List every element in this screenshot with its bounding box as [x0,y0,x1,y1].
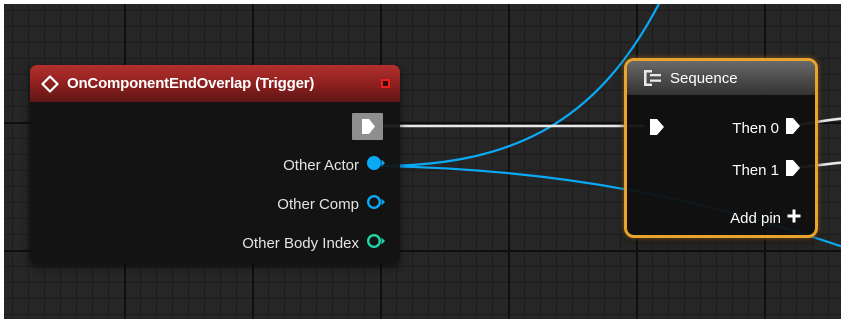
integer-pin-hollow-icon[interactable] [366,233,386,253]
exec-output-pin[interactable] [352,113,383,140]
component-pin-hollow-icon[interactable] [366,194,386,214]
sequence-node[interactable]: Sequence Then 0 Then 1 Add pin [624,58,818,238]
plus-icon [787,209,801,227]
output-label-then-0: Then 0 [732,119,779,137]
output-row-then-1[interactable]: Then 1 [732,158,801,182]
event-node-header[interactable]: OnComponentEndOverlap (Trigger) [30,65,400,102]
sequence-node-title: Sequence [670,69,738,87]
add-pin-button[interactable]: Add pin [730,209,801,227]
pin-row-other-actor[interactable]: Other Actor [283,155,386,175]
delegate-output-pin[interactable] [381,79,390,88]
pin-row-other-body-index[interactable]: Other Body Index [242,233,386,253]
output-row-then-0[interactable]: Then 0 [732,116,801,140]
event-node-title: OnComponentEndOverlap (Trigger) [67,75,315,92]
event-diamond-icon [40,74,60,94]
output-label-then-1: Then 1 [732,161,779,179]
blueprint-graph-canvas[interactable]: OnComponentEndOverlap (Trigger) Other Ac… [4,4,841,319]
sequence-node-header[interactable]: Sequence [627,61,815,95]
pin-label-other-actor: Other Actor [283,156,359,174]
exec-output-pin-then-0[interactable] [785,116,801,140]
pin-label-other-comp: Other Comp [277,195,359,213]
sequence-icon [643,69,663,87]
exec-input-pin[interactable] [649,117,665,141]
event-node-oncomponentendoverlap[interactable]: OnComponentEndOverlap (Trigger) Other Ac… [30,65,400,264]
exec-output-pin-then-1[interactable] [785,158,801,182]
object-pin-filled-icon[interactable] [366,155,386,175]
pin-label-other-body-index: Other Body Index [242,234,359,252]
pin-row-other-comp[interactable]: Other Comp [277,194,386,214]
object-wire-up[interactable] [377,4,664,168]
add-pin-label: Add pin [730,209,781,227]
